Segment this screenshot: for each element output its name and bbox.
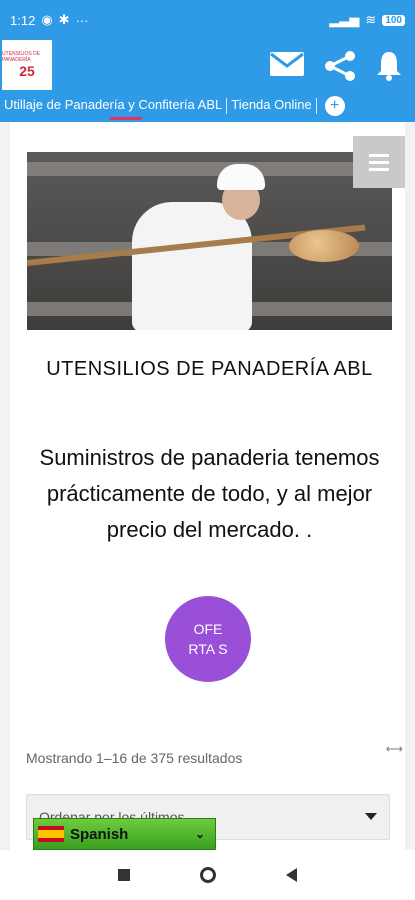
tab-utillaje[interactable]: Utillaje de Panadería y Confitería ABL bbox=[0, 90, 226, 122]
spain-flag-icon bbox=[38, 826, 64, 842]
content-card: UTENSILIOS DE PANADERÍA ABL Suministros … bbox=[10, 122, 405, 850]
web-content: UTENSILIOS DE PANADERÍA ABL Suministros … bbox=[0, 122, 415, 850]
chevron-down-icon bbox=[365, 813, 377, 820]
results-count: Mostrando 1–16 de 375 resultados bbox=[26, 750, 243, 766]
overflow-icon: ··· bbox=[75, 12, 89, 28]
app-logo[interactable]: UTENSILIOS DE PANADERÍA 25 bbox=[2, 40, 52, 90]
oven-shelf bbox=[27, 162, 392, 176]
baker-hat bbox=[217, 164, 265, 190]
tab-tienda-online[interactable]: Tienda Online bbox=[227, 90, 315, 122]
logo-number: 25 bbox=[19, 63, 35, 79]
baker-figure bbox=[132, 202, 252, 330]
battery-indicator: 100 bbox=[382, 14, 405, 26]
mail-icon[interactable] bbox=[269, 50, 305, 78]
swap-icon: ⟷ bbox=[385, 742, 403, 756]
share-icon[interactable] bbox=[323, 50, 357, 82]
status-time: 1:12 bbox=[10, 12, 36, 28]
back-button[interactable] bbox=[286, 868, 297, 882]
signal-icon: ▂▃▅ bbox=[329, 12, 360, 27]
bell-icon[interactable] bbox=[375, 50, 403, 82]
app-bar: UTENSILIOS DE PANADERÍA 25 bbox=[0, 40, 415, 90]
bread-loaf bbox=[289, 230, 359, 262]
system-nav-bar bbox=[0, 850, 415, 900]
tab-bar: Utillaje de Panadería y Confitería ABL T… bbox=[0, 90, 415, 122]
language-label: Spanish bbox=[70, 825, 129, 843]
offers-label: OFE RTA S bbox=[188, 621, 228, 657]
status-bar: 1:12 ◉ ✱ ··· ▂▃▅ ≋ 100 bbox=[0, 0, 415, 40]
home-button[interactable] bbox=[200, 867, 216, 883]
tab-label: Utillaje de Panadería y Confitería ABL bbox=[4, 97, 223, 112]
page-title: UTENSILIOS DE PANADERÍA ABL bbox=[46, 358, 373, 380]
recents-button[interactable] bbox=[118, 869, 130, 881]
language-selector[interactable]: Spanish ⌄ bbox=[33, 818, 216, 850]
whatsapp-icon: ◉ bbox=[41, 12, 53, 27]
chevron-down-icon: ⌄ bbox=[194, 827, 205, 841]
logo-caption: UTENSILIOS DE PANADERÍA bbox=[2, 51, 41, 63]
page-subtitle: Suministros de panaderia tenemos práctic… bbox=[39, 445, 380, 542]
wifi-icon: ≋ bbox=[365, 12, 377, 27]
tab-separator bbox=[315, 98, 317, 114]
hamburger-icon[interactable] bbox=[353, 136, 405, 188]
active-tab-indicator bbox=[110, 117, 142, 120]
settings-icon: ✱ bbox=[58, 12, 70, 27]
tab-label: Tienda Online bbox=[231, 97, 312, 112]
hero-image bbox=[27, 152, 392, 330]
plus-icon[interactable]: + bbox=[324, 96, 345, 116]
offers-button[interactable]: OFE RTA S bbox=[165, 596, 251, 682]
